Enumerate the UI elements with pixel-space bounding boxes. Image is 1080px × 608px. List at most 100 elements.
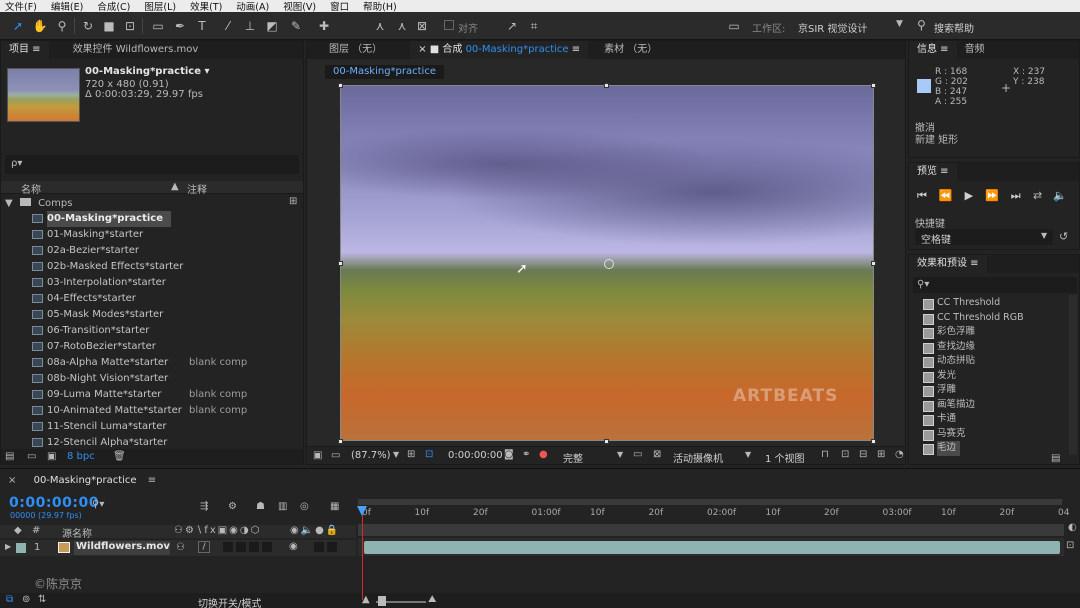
effect-item[interactable]: 马赛克 — [923, 427, 966, 442]
workspace-dropdown[interactable]: 京SIR 视觉设计 — [798, 20, 867, 35]
project-item[interactable]: 04-Effects*starter — [1, 291, 291, 307]
draft-3d-icon[interactable]: ⚙ — [228, 501, 237, 512]
effect-item[interactable]: 浮雕 — [922, 383, 956, 398]
audio-icon[interactable]: 🔈 — [1053, 189, 1067, 202]
brush-tool-icon[interactable]: ⁄ — [220, 18, 236, 34]
effect-item[interactable]: 查找边缘 — [922, 340, 975, 355]
chevron-down-icon[interactable]: ▼ — [896, 19, 903, 29]
layer-row[interactable]: ▶ 1 Wildflowers.mov ⚇ / ◉ — [0, 540, 356, 556]
mask-visibility-icon[interactable]: ⊡ — [425, 449, 433, 460]
chevron-down-icon[interactable]: ▼ — [393, 450, 399, 459]
project-item[interactable]: 06-Transition*starter — [1, 323, 291, 339]
switch-box[interactable] — [262, 542, 272, 552]
effect-item[interactable]: 彩色浮雕 — [922, 325, 975, 340]
effects-scrollbar[interactable] — [1069, 295, 1077, 455]
shortcut-dropdown[interactable]: 空格键 ▼ — [915, 229, 1053, 246]
project-item[interactable]: 11-Stencil Luma*starter — [1, 419, 291, 435]
expand-icon[interactable]: ↗ — [504, 18, 520, 34]
project-item[interactable]: 03-Interpolation*starter — [1, 275, 291, 291]
touch-icon[interactable]: ▭ — [724, 18, 744, 34]
motion-blur-icon[interactable]: ◎ — [300, 501, 309, 512]
toggle-switches-modes-button[interactable]: 切换开关/模式 — [198, 595, 261, 608]
tab-audio[interactable]: 音频 — [957, 41, 993, 59]
trash-icon[interactable]: 🗑 — [113, 451, 126, 462]
project-item[interactable]: 05-Mask Modes*starter — [1, 307, 291, 323]
work-area-bar[interactable] — [358, 499, 1062, 505]
zoom-tool-icon[interactable]: ⚲ — [54, 18, 70, 34]
switch-box[interactable] — [223, 542, 233, 552]
pan-behind-tool-icon[interactable]: ⊡ — [122, 18, 138, 34]
solo-box[interactable] — [314, 542, 324, 552]
search-help-field[interactable]: 搜索帮助 — [934, 20, 974, 35]
flowchart-icon[interactable]: ⊞ — [877, 449, 885, 460]
transform-handle[interactable] — [338, 83, 343, 88]
visibility-eye-icon[interactable]: ◉ — [289, 541, 298, 552]
first-frame-icon[interactable]: ⏮ — [917, 189, 927, 203]
switch-box[interactable] — [249, 542, 259, 552]
quality-switch[interactable]: / — [198, 541, 210, 553]
label-column-icon[interactable]: ◆ — [14, 525, 22, 536]
views-dropdown[interactable]: 1 个视图 — [765, 450, 805, 465]
tab-preview[interactable]: 预览 ≡ — [909, 163, 957, 181]
chevron-down-icon[interactable]: ▼ — [617, 450, 623, 459]
bit-depth-button[interactable]: 8 bpc — [67, 451, 95, 462]
project-item[interactable]: 10-Animated Matte*starter blank comp — [1, 403, 291, 419]
camera-tool-icon[interactable]: ■ — [101, 18, 117, 34]
transparency-grid-icon[interactable]: ⊠ — [653, 449, 661, 460]
snapshot-icon[interactable]: ◙ — [504, 449, 514, 460]
reset-icon[interactable]: ↺ — [1059, 230, 1068, 243]
timeline-search-input[interactable]: ⚲▾ — [92, 499, 164, 515]
column-comment[interactable]: 注释 — [187, 181, 207, 196]
hand-tool-icon[interactable]: ✋ — [32, 18, 48, 34]
tab-composition[interactable]: × ■ 合成 00-Masking*practice ≡ — [410, 41, 589, 59]
project-item[interactable]: 09-Luma Matte*starter blank comp — [1, 387, 291, 403]
resolution-dropdown[interactable]: 完整 — [563, 450, 583, 465]
comp-name[interactable]: 00-Masking*practice ▾ — [85, 66, 210, 77]
expand-layer-switches-icon[interactable]: ⧉ — [6, 594, 13, 605]
new-folder-icon[interactable]: ▭ — [27, 451, 36, 462]
effect-item[interactable]: 卡通 — [922, 412, 956, 427]
clone-stamp-tool-icon[interactable]: ⊥ — [242, 18, 258, 34]
project-item[interactable]: 07-RotoBezier*starter — [1, 339, 291, 355]
column-name[interactable]: 名称 — [21, 181, 41, 196]
effect-item[interactable]: 发光 — [922, 369, 956, 384]
grid-snap-icon[interactable]: ⌗ — [526, 18, 542, 34]
comp-button-icon[interactable]: ⊡ — [1066, 540, 1074, 551]
shy-layers-icon[interactable]: ☗ — [256, 501, 265, 512]
transform-handle[interactable] — [338, 261, 343, 266]
interpret-footage-icon[interactable]: ▤ — [5, 451, 14, 462]
expand-transfer-controls-icon[interactable]: ⊚ — [22, 594, 30, 605]
tab-project[interactable]: 项目 ≡ — [1, 41, 49, 59]
new-preset-icon[interactable]: ▤ — [1051, 453, 1060, 464]
layer-name[interactable]: Wildflowers.mov — [74, 541, 170, 555]
world-axis-icon[interactable]: ⋏ — [394, 18, 410, 34]
zoom-timeline-icon[interactable]: ◐ — [1068, 522, 1077, 533]
play-icon[interactable]: ▶ — [965, 189, 973, 203]
timeline-tab[interactable]: × 00-Masking*practice ≡ — [0, 473, 156, 489]
zoom-out-icon[interactable]: ▲ — [362, 594, 370, 605]
layer-color-label[interactable] — [16, 543, 26, 553]
effect-item[interactable]: 动态拼贴 — [922, 354, 975, 369]
shy-switch-icon[interactable]: ⚇ — [176, 542, 185, 553]
close-icon[interactable]: × — [8, 475, 16, 486]
project-search-input[interactable]: ρ▾ — [5, 155, 299, 174]
previous-frame-icon[interactable]: ⏪ — [939, 189, 953, 203]
lock-box[interactable] — [327, 542, 337, 552]
playhead-line[interactable] — [362, 506, 363, 600]
roto-brush-tool-icon[interactable]: ✎ — [288, 18, 304, 34]
disclosure-triangle-icon[interactable]: ▶ — [5, 542, 11, 551]
next-frame-icon[interactable]: ⏩ — [985, 189, 999, 203]
tab-layer[interactable]: 图层 （无） — [307, 41, 390, 59]
transform-handle[interactable] — [338, 439, 343, 444]
current-time-display[interactable]: 0:00:00:00 — [448, 450, 503, 461]
always-preview-icon[interactable]: ▣ — [313, 450, 322, 461]
frame-blending-icon[interactable]: ▥ — [278, 501, 287, 512]
project-item[interactable]: 02a-Bezier*starter — [1, 243, 291, 259]
tab-effect-controls[interactable]: 效果控件 Wildflowers.mov — [49, 41, 207, 59]
fast-previews-icon[interactable]: ⊡ — [841, 449, 849, 460]
effect-item[interactable]: 毛边 — [922, 441, 961, 456]
project-item[interactable]: 01-Masking*starter — [1, 227, 291, 243]
rectangle-tool-icon[interactable]: ▭ — [150, 18, 166, 34]
layer-duration-bar[interactable] — [364, 541, 1060, 554]
effect-item[interactable]: 画笔描边 — [922, 398, 975, 413]
